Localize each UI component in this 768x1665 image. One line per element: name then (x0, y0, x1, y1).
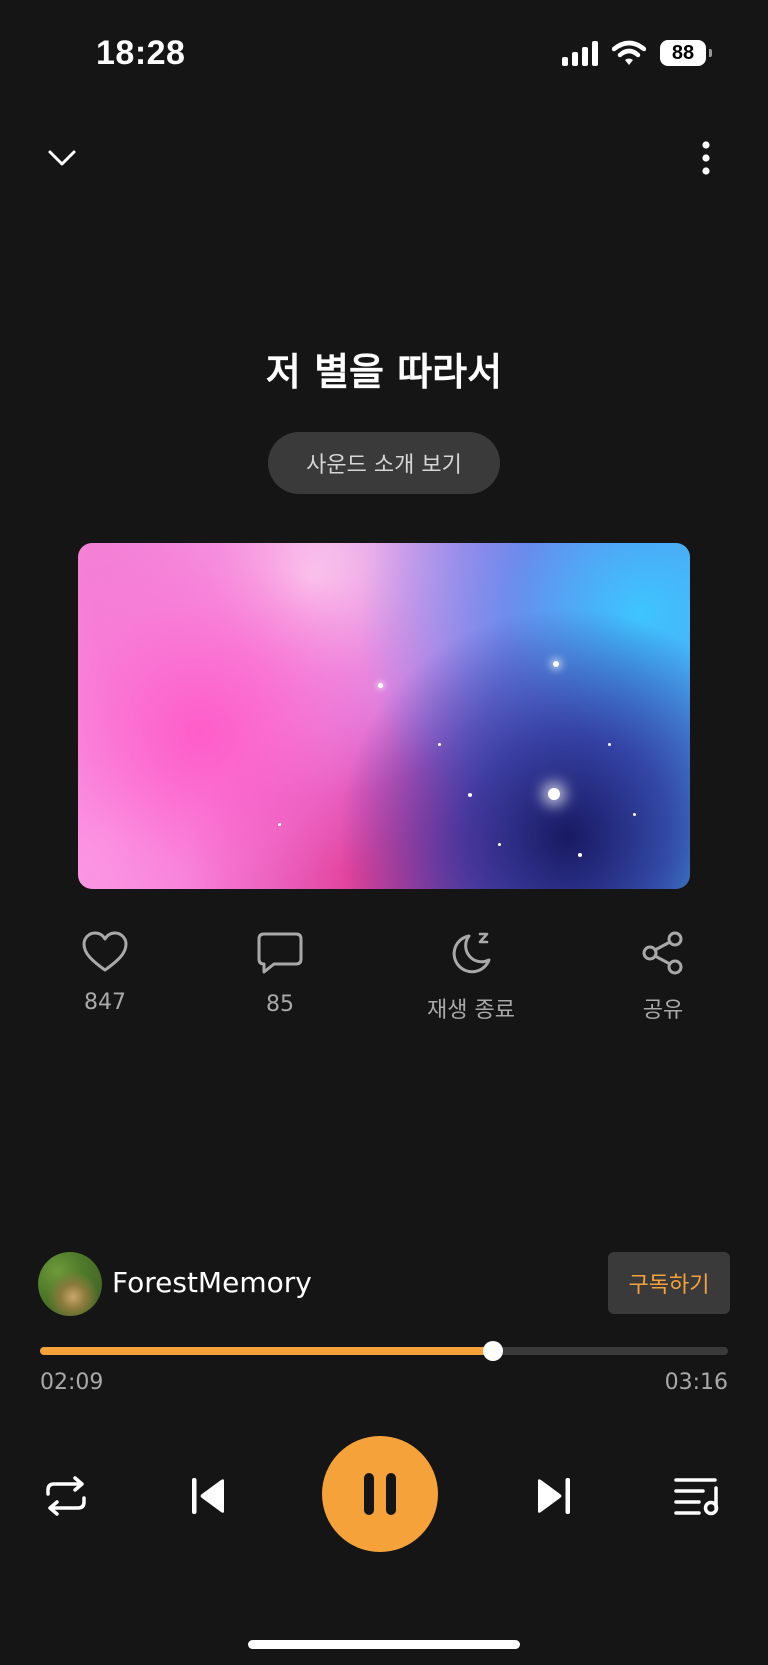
like-button[interactable]: 847 (45, 930, 165, 1015)
skip-previous-icon (192, 1478, 224, 1514)
status-time: 18:28 (96, 34, 186, 72)
share-label: 공유 (642, 998, 684, 1023)
cover-art (78, 543, 690, 889)
sound-intro-button[interactable]: 사운드 소개 보기 (268, 432, 500, 494)
pause-button[interactable] (322, 1436, 438, 1552)
repeat-icon (46, 1476, 86, 1516)
channel-name[interactable]: ForestMemory (112, 1266, 312, 1299)
skip-next-icon (538, 1478, 570, 1514)
sleep-timer-label: 재생 종료 (427, 998, 515, 1023)
battery-icon: 88 (660, 40, 712, 66)
progress-thumb[interactable] (482, 1341, 503, 1361)
repeat-button[interactable] (36, 1466, 96, 1526)
playlist-button[interactable] (668, 1466, 728, 1526)
comment-count: 85 (266, 992, 294, 1017)
more-options-button[interactable] (678, 130, 734, 186)
progress-bar[interactable] (40, 1341, 728, 1361)
comment-icon (257, 932, 303, 974)
share-button[interactable]: 공유 (603, 930, 723, 1024)
signal-icon (562, 40, 598, 66)
total-time: 03:16 (664, 1370, 728, 1395)
sleep-timer-button[interactable]: 재생 종료 (411, 930, 531, 1024)
more-vertical-icon (702, 141, 710, 175)
avatar[interactable] (38, 1252, 102, 1316)
wifi-icon (612, 40, 646, 65)
status-icons: 88 (562, 40, 712, 66)
pause-icon (364, 1473, 396, 1515)
moon-icon (452, 932, 491, 974)
share-icon (642, 931, 683, 975)
chevron-down-icon (48, 150, 76, 166)
like-count: 847 (84, 990, 126, 1015)
previous-button[interactable] (178, 1466, 238, 1526)
heart-icon (82, 931, 128, 972)
current-time: 02:09 (40, 1370, 104, 1395)
home-indicator[interactable] (248, 1640, 520, 1649)
track-title: 저 별을 따라서 (265, 350, 503, 394)
comments-button[interactable]: 85 (220, 930, 340, 1017)
playlist-icon (674, 1478, 719, 1516)
subscribe-button[interactable]: 구독하기 (608, 1252, 730, 1314)
progress-fill (40, 1347, 493, 1355)
collapse-button[interactable] (34, 130, 90, 186)
next-button[interactable] (524, 1466, 584, 1526)
